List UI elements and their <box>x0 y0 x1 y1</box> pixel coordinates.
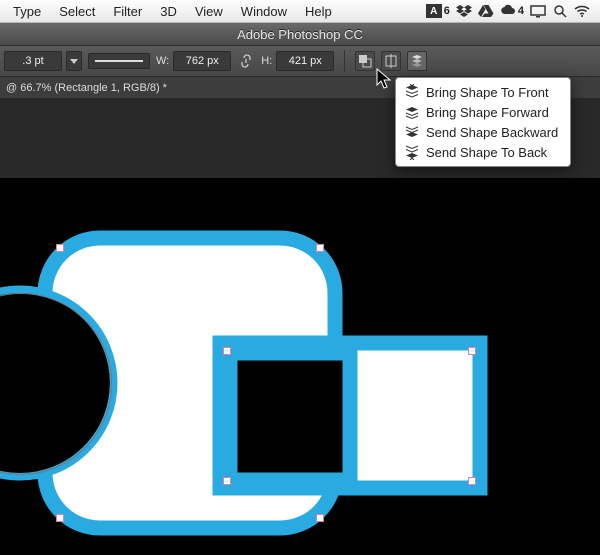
anchor-point[interactable] <box>223 477 231 485</box>
menu-item-label: Bring Shape Forward <box>426 105 549 120</box>
anchor-point[interactable] <box>56 514 64 522</box>
menu-select[interactable]: Select <box>50 2 104 21</box>
window-title: Adobe Photoshop CC <box>237 27 363 42</box>
menu-3d[interactable]: 3D <box>151 2 186 21</box>
wifi-icon[interactable] <box>574 3 590 19</box>
menu-filter[interactable]: Filter <box>104 2 151 21</box>
stroke-style-dropdown[interactable] <box>88 53 150 69</box>
dropbox-icon[interactable] <box>456 3 472 19</box>
mac-menubar: Type Select Filter 3D View Window Help A… <box>0 0 600 23</box>
document-tab[interactable]: @ 66.7% (Rectangle 1, RGB/8) * <box>6 82 167 94</box>
menu-send-to-back[interactable]: Send Shape To Back <box>396 142 570 162</box>
cc-badge-count: 4 <box>518 5 524 17</box>
adobe-updater-icon[interactable]: A6 <box>426 4 450 18</box>
google-drive-icon[interactable] <box>478 3 494 19</box>
options-bar: .3 pt W: 762 px H: 421 px <box>0 46 600 77</box>
height-label: H: <box>261 55 272 67</box>
anchor-point[interactable] <box>468 347 476 355</box>
anchor-point[interactable] <box>468 477 476 485</box>
menu-help[interactable]: Help <box>296 2 341 21</box>
anchor-point[interactable] <box>316 514 324 522</box>
spotlight-icon[interactable] <box>552 3 568 19</box>
display-icon[interactable] <box>530 3 546 19</box>
adobe-updater-count: 6 <box>444 5 450 17</box>
send-backward-icon <box>404 124 420 140</box>
photoshop-window: Adobe Photoshop CC .3 pt W: 762 px H: 42… <box>0 23 600 555</box>
menu-bring-forward[interactable]: Bring Shape Forward <box>396 102 570 122</box>
bring-to-front-icon <box>404 84 420 100</box>
menu-view[interactable]: View <box>186 2 232 21</box>
menu-bring-to-front[interactable]: Bring Shape To Front <box>396 82 570 102</box>
width-field[interactable]: 762 px <box>173 51 231 71</box>
menu-window[interactable]: Window <box>232 2 296 21</box>
send-to-back-icon <box>404 144 420 160</box>
menubar-tray: A6 4 <box>426 3 596 19</box>
menu-item-label: Send Shape To Back <box>426 145 547 160</box>
menu-type[interactable]: Type <box>4 2 50 21</box>
menu-item-label: Bring Shape To Front <box>426 85 549 100</box>
anchor-point[interactable] <box>56 244 64 252</box>
creative-cloud-icon[interactable]: 4 <box>500 4 524 18</box>
arrange-dropdown-menu: Bring Shape To Front Bring Shape Forward… <box>395 77 571 167</box>
anchor-point[interactable] <box>223 347 231 355</box>
width-label: W: <box>156 55 169 67</box>
link-dimensions-icon[interactable] <box>237 52 255 70</box>
stroke-weight-dropdown[interactable] <box>66 51 82 71</box>
bring-forward-icon <box>404 104 420 120</box>
vector-shape[interactable] <box>0 223 480 543</box>
canvas[interactable] <box>0 178 600 555</box>
stroke-weight-field[interactable]: .3 pt <box>4 51 62 71</box>
path-alignment-icon[interactable] <box>381 51 401 71</box>
window-titlebar: Adobe Photoshop CC <box>0 23 600 46</box>
menu-send-backward[interactable]: Send Shape Backward <box>396 122 570 142</box>
anchor-point[interactable] <box>316 244 324 252</box>
path-arrangement-icon[interactable] <box>407 51 427 71</box>
menu-item-label: Send Shape Backward <box>426 125 558 140</box>
path-operations-icon[interactable] <box>355 51 375 71</box>
height-field[interactable]: 421 px <box>276 51 334 71</box>
